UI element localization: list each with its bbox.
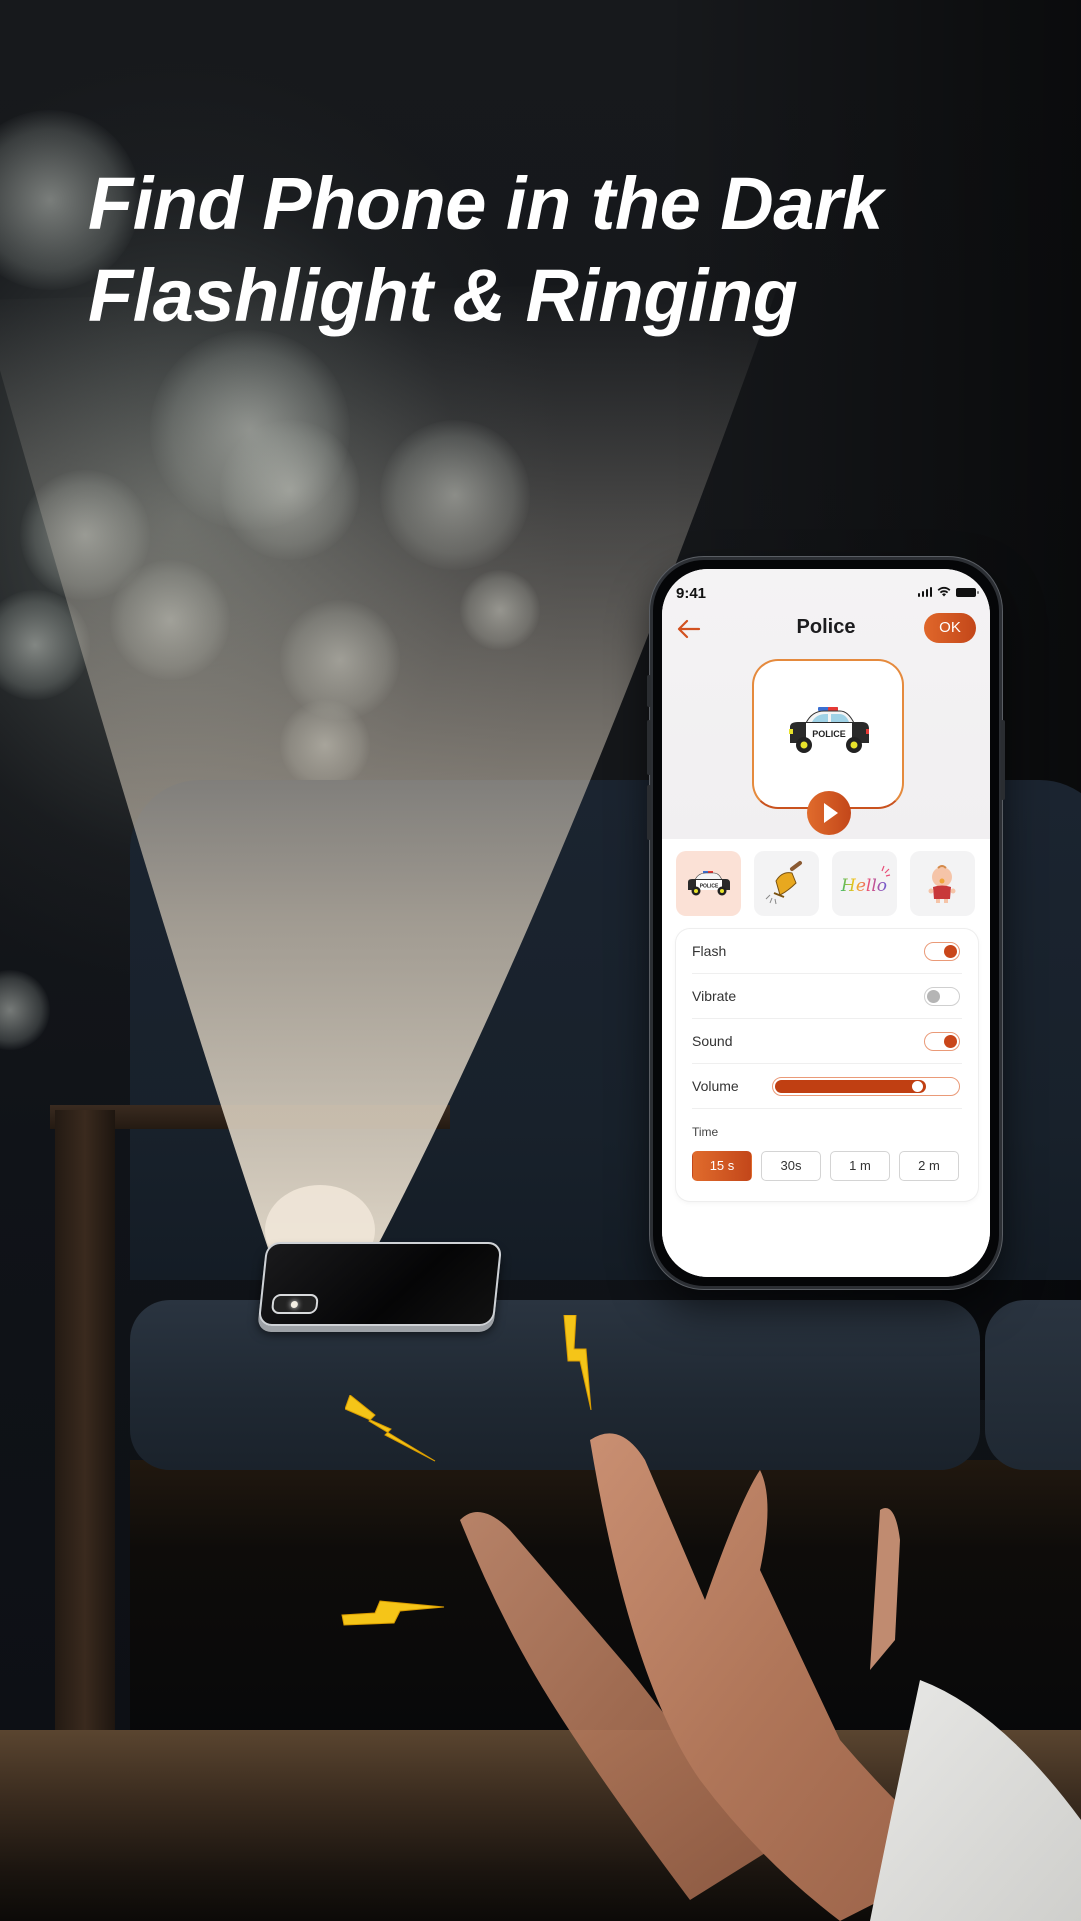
blossom-cluster xyxy=(460,570,540,650)
setting-row-flash: Flash xyxy=(692,929,962,974)
sound-option-police[interactable]: POLICE xyxy=(676,851,741,916)
baby-icon xyxy=(928,865,956,903)
svg-text:Hello: Hello xyxy=(840,876,887,896)
sound-preview-card: POLICE xyxy=(752,659,904,809)
volume-label: Volume xyxy=(692,1078,739,1094)
side-button xyxy=(647,720,651,775)
wifi-icon xyxy=(937,586,951,597)
settings-sheet: POLICE Hello Flash Vibrate Sound Volume … xyxy=(662,839,990,1277)
sound-label: Sound xyxy=(692,1033,733,1049)
camera-module xyxy=(270,1294,319,1314)
vibrate-toggle[interactable] xyxy=(924,987,960,1006)
blossom-cluster xyxy=(280,700,370,790)
flash-label: Flash xyxy=(692,943,727,959)
lightning-bolt-icon xyxy=(341,1600,445,1626)
play-button[interactable] xyxy=(807,791,851,835)
time-label: Time xyxy=(692,1125,719,1139)
lightning-bolt-icon xyxy=(345,1395,436,1462)
headline: Find Phone in the Dark Flashlight & Ring… xyxy=(88,158,883,342)
headline-line-1: Find Phone in the Dark xyxy=(88,162,883,245)
toggle-knob xyxy=(944,1035,957,1048)
thumb xyxy=(870,1508,900,1670)
svg-text:POLICE: POLICE xyxy=(700,884,719,890)
blossom-cluster xyxy=(220,420,360,560)
volume-slider-thumb[interactable] xyxy=(911,1080,924,1093)
status-icons xyxy=(917,586,979,597)
sound-toggle[interactable] xyxy=(924,1032,960,1051)
setting-row-volume: Volume xyxy=(692,1064,962,1109)
time-option-selected[interactable]: 15 s xyxy=(692,1151,752,1181)
status-bar: 9:41 xyxy=(662,569,990,603)
bell-icon xyxy=(765,861,802,905)
cellular-signal-icon xyxy=(917,587,932,597)
police-car-icon: POLICE xyxy=(688,871,730,896)
time-option[interactable]: 1 m xyxy=(830,1151,890,1181)
setting-row-vibrate: Vibrate xyxy=(692,974,962,1019)
lying-smartphone xyxy=(257,1242,503,1326)
side-table-leg xyxy=(55,1110,115,1760)
sound-option-baby[interactable] xyxy=(910,851,975,916)
status-time: 9:41 xyxy=(676,585,707,602)
side-button xyxy=(647,675,651,707)
headline-line-2: Flashlight & Ringing xyxy=(88,254,798,337)
blossom-cluster xyxy=(110,560,230,680)
sound-option-bell[interactable] xyxy=(754,851,819,916)
blossom-cluster xyxy=(380,420,530,570)
volume-slider[interactable] xyxy=(772,1077,960,1096)
phone-screen: 9:41 Police OK POLICE POLICE Hello Flash… xyxy=(662,569,990,1277)
sound-option-hello[interactable]: Hello xyxy=(832,851,897,916)
toggle-knob xyxy=(927,990,940,1003)
blossom-cluster xyxy=(0,590,90,700)
time-option[interactable]: 2 m xyxy=(899,1151,959,1181)
power-button xyxy=(1001,720,1005,800)
police-car-icon: POLICE xyxy=(789,707,869,753)
blossom-cluster xyxy=(0,970,50,1050)
svg-text:POLICE: POLICE xyxy=(812,729,846,739)
volume-slider-fill xyxy=(775,1080,926,1093)
settings-card: Flash Vibrate Sound Volume Time 15 s 30s… xyxy=(676,929,978,1201)
side-button xyxy=(647,785,651,840)
vibrate-label: Vibrate xyxy=(692,988,737,1004)
flash-toggle[interactable] xyxy=(924,942,960,961)
battery-icon xyxy=(956,588,979,597)
flashlight-led xyxy=(290,1301,299,1308)
time-options: 15 s 30s 1 m 2 m xyxy=(692,1151,959,1181)
hello-text-icon: Hello xyxy=(840,865,891,896)
shirt-sleeve xyxy=(870,1680,1081,1921)
toggle-knob xyxy=(944,945,957,958)
phone-mockup: 9:41 Police OK POLICE POLICE Hello Flash… xyxy=(647,557,1005,1289)
nav-bar: Police OK xyxy=(662,609,990,649)
ok-button[interactable]: OK xyxy=(924,613,976,643)
sound-picker: POLICE Hello xyxy=(676,851,975,916)
time-option[interactable]: 30s xyxy=(761,1151,821,1181)
setting-row-sound: Sound xyxy=(692,1019,962,1064)
clapping-hands xyxy=(460,1433,1081,1921)
